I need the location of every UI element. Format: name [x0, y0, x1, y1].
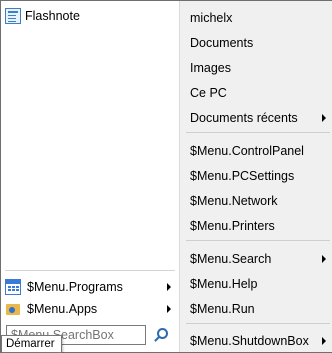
menu-item-label: $Menu.ShutdownBox	[190, 334, 309, 348]
chevron-right-icon	[167, 283, 171, 291]
menu-item-network[interactable]: $Menu.Network	[190, 190, 330, 212]
separator	[186, 132, 330, 133]
menu-item-printers[interactable]: $Menu.Printers	[190, 215, 330, 237]
menu-item-label: $Menu.Network	[190, 194, 278, 208]
menu-item-label: Documents récents	[190, 111, 298, 125]
menu-item-pc-settings[interactable]: $Menu.PCSettings	[190, 165, 330, 187]
menu-item-label: michelx	[190, 11, 233, 25]
menu-item-recent-documents[interactable]: Documents récents	[190, 107, 330, 129]
chevron-right-icon	[322, 255, 326, 263]
search-icon[interactable]	[152, 327, 168, 343]
menu-item-search[interactable]: $Menu.Search	[190, 248, 330, 270]
separator	[186, 323, 330, 324]
menu-item-user[interactable]: michelx	[190, 7, 330, 29]
menu-item-label: $Menu.Help	[190, 277, 258, 291]
right-pane: michelx Documents Images Ce PC Documents…	[179, 1, 332, 352]
menu-item-shutdown[interactable]: $Menu.ShutdownBox	[190, 330, 330, 352]
start-tooltip: Démarrer	[1, 335, 62, 353]
pinned-item-flashnote[interactable]: Flashnote	[5, 6, 80, 26]
menu-item-documents[interactable]: Documents	[190, 32, 330, 54]
separator	[5, 270, 175, 271]
menu-apps[interactable]: $Menu.Apps	[5, 298, 177, 320]
menu-item-label: Documents	[190, 36, 254, 50]
menu-programs[interactable]: $Menu.Programs	[5, 276, 177, 298]
apps-label: $Menu.Apps	[27, 302, 98, 316]
start-menu: Flashnote $Menu.Programs $Menu.Apps Déma…	[0, 0, 332, 353]
programs-label: $Menu.Programs	[27, 280, 123, 294]
menu-item-label: $Menu.Printers	[190, 219, 275, 233]
menu-item-computer[interactable]: Ce PC	[190, 82, 330, 104]
separator	[186, 240, 330, 241]
menu-item-run[interactable]: $Menu.Run	[190, 298, 330, 320]
menu-item-label: $Menu.Search	[190, 252, 272, 266]
menu-item-images[interactable]: Images	[190, 57, 330, 79]
left-pane: Flashnote $Menu.Programs $Menu.Apps Déma…	[1, 1, 179, 353]
apps-icon	[5, 301, 21, 317]
menu-item-label: Ce PC	[190, 86, 227, 100]
chevron-right-icon	[322, 337, 326, 345]
pinned-item-label: Flashnote	[25, 9, 80, 23]
menu-item-label: Images	[190, 61, 231, 75]
menu-item-control-panel[interactable]: $Menu.ControlPanel	[190, 140, 330, 162]
chevron-right-icon	[322, 114, 326, 122]
menu-item-label: $Menu.ControlPanel	[190, 144, 304, 158]
menu-item-label: $Menu.Run	[190, 302, 255, 316]
flashnote-icon	[5, 8, 21, 24]
menu-item-label: $Menu.PCSettings	[190, 169, 295, 183]
chevron-right-icon	[167, 305, 171, 313]
menu-item-help[interactable]: $Menu.Help	[190, 273, 330, 295]
programs-icon	[5, 279, 21, 295]
